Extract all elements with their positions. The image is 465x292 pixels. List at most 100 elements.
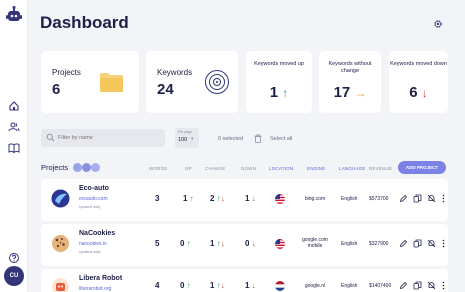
down-value: 1 ↓ [245,194,256,203]
words-value: 4 [155,281,160,290]
sidebar: CU [0,0,28,292]
projects-card: Projects 6 [41,51,139,113]
language-value: English [341,241,358,247]
cookie-icon [52,235,69,252]
copy-icon[interactable] [413,281,422,290]
more-options-icon[interactable] [439,281,448,290]
down-value: 0 ↓ [245,239,256,248]
home-icon[interactable] [8,100,20,112]
column-header-revenue[interactable]: REVENUE [369,166,392,171]
arrow-down-icon: ↓ [251,239,256,248]
engine-value: bing.com [304,196,326,202]
search-input[interactable] [58,132,158,144]
column-header-language[interactable]: LANGUAGE [339,166,366,171]
ecoauto-logo-icon [51,189,70,208]
project-name[interactable]: Eco-auto [79,185,109,192]
column-header-down[interactable]: DOWN [241,166,256,171]
engine-value: google.nl [304,283,326,289]
keywords-card-label: Keywords [157,68,193,77]
moved-down-card: Keywords moved down 6 ↓ [389,51,448,113]
projects-card-label: Projects [52,68,81,77]
project-link[interactable]: ecoauto.com [79,196,108,202]
select-all-button[interactable]: Select all [270,136,292,142]
nl-flag-icon [275,281,285,291]
gear-icon[interactable] [433,19,443,29]
trash-icon[interactable] [254,134,262,143]
help-icon[interactable] [8,252,20,264]
arrow-down-icon: ↓ [421,86,428,100]
up-value: 0 ↑ [180,281,191,290]
projects-section-title: Projects [41,163,69,172]
add-project-button[interactable]: ADD PROJECT [398,161,446,174]
project-filter-dot[interactable] [91,163,100,172]
selected-count: 0 selected [218,136,244,142]
language-value: English [341,196,358,202]
edit-icon[interactable] [399,239,408,248]
notifications-off-icon[interactable] [427,239,436,248]
page-title: Dashboard [40,13,129,32]
keywords-card: Keywords 24 [146,51,238,113]
target-icon [205,70,229,94]
arrow-down-icon: ↓ [251,281,256,290]
moved-up-card-label: Keywords moved up [254,61,304,67]
notifications-off-icon[interactable] [427,281,436,290]
moved-down-card-value: 6 ↓ [409,84,428,101]
table-row[interactable]: Eco-auto ecoauto.com Updated daily 3 1 ↑… [41,179,448,221]
arrow-down-icon: ↓ [251,194,256,203]
copy-icon[interactable] [413,194,422,203]
avatar[interactable]: CU [4,266,24,286]
arrow-up-icon: ↑ [189,194,194,203]
column-header-engine[interactable]: ENGINE [307,166,325,171]
column-header-words[interactable]: WORDS [149,166,167,171]
project-filter-dot[interactable] [82,163,91,172]
column-header-location[interactable]: LOCATION [269,166,293,171]
table-row[interactable]: NaCookies nacookies.io Updated daily 5 0… [41,224,448,266]
folder-icon [100,73,123,92]
arrow-up-icon: ↑ [186,281,191,290]
no-change-card-label: Keywords without change [328,61,372,74]
no-change-card-value: 17 → [333,84,367,101]
project-filter-dot[interactable] [73,163,82,172]
project-link[interactable]: nacookies.io [79,241,107,247]
project-name[interactable]: NaCookies [79,230,115,237]
us-flag-icon [275,239,285,249]
arrow-up-icon: ↑ [186,239,191,248]
up-down-arrows-icon: ↑↓ [216,281,225,290]
engine-value: google.com mobile [302,237,328,249]
per-page-value: 100 [178,137,188,143]
arrow-right-icon: → [354,86,367,100]
down-value: 1 ↓ [245,281,256,290]
project-link[interactable]: liberarobot.org [79,286,111,292]
robot-logo-icon[interactable] [6,6,22,24]
table-row[interactable]: Libera Robot liberarobot.org 4 0 ↑ 1 ↑↓ … [41,269,448,292]
revenue-value: $327900 [369,241,389,247]
notifications-off-icon[interactable] [427,194,436,203]
robot-project-icon [52,278,69,292]
projects-card-value: 6 [52,81,61,98]
words-value: 3 [155,194,160,203]
book-icon[interactable] [8,142,20,154]
moved-up-card-value: 1 ↑ [269,84,289,101]
up-value: 1 ↑ [183,194,194,203]
project-update-info: Updated daily [79,250,101,254]
more-options-icon[interactable] [439,194,448,203]
language-value: English [341,283,358,289]
moved-up-card: Keywords moved up 1 ↑ [246,51,312,113]
per-page-select[interactable]: Per page 100 ▾ [175,128,199,148]
project-name[interactable]: Libera Robot [79,275,122,282]
change-value: 1 ↑↓ [210,239,225,248]
more-options-icon[interactable] [439,239,448,248]
edit-icon[interactable] [399,281,408,290]
copy-icon[interactable] [413,239,422,248]
search-box[interactable] [41,129,165,147]
column-header-change[interactable]: CHANGE [205,166,225,171]
change-value: 2 ↑↓ [210,194,225,203]
us-flag-icon [275,194,285,204]
column-header-up[interactable]: UP [185,166,192,171]
up-down-arrows-icon: ↑↓ [216,194,225,203]
change-value: 1 ↑↓ [210,281,225,290]
edit-icon[interactable] [399,194,408,203]
project-update-info: Updated daily [79,205,101,209]
users-icon[interactable] [8,121,20,133]
arrow-up-icon: ↑ [282,86,289,100]
